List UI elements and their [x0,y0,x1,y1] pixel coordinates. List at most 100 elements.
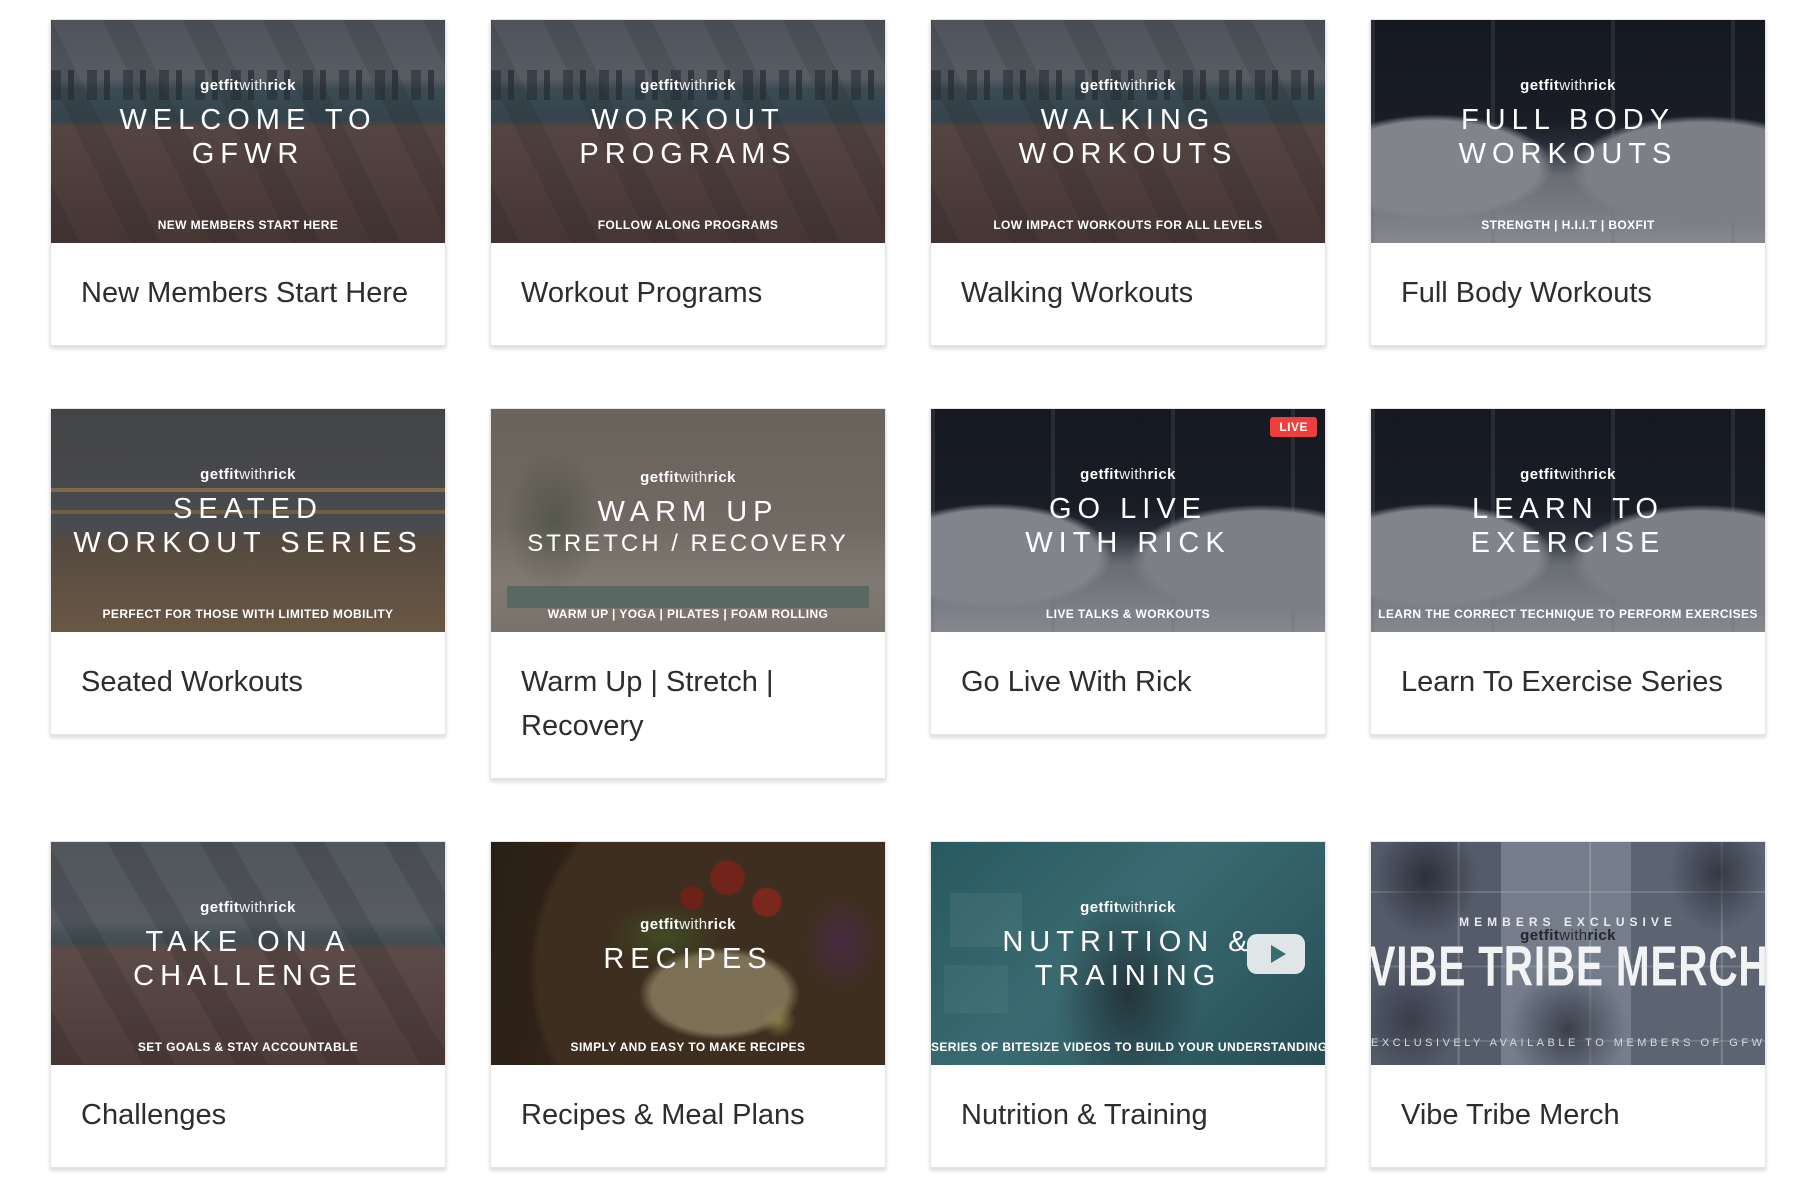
thumbnail-title: VIBE TRIBE MERCH [1371,936,1765,999]
brand-logo: getfitwithrick [200,77,296,94]
brand-logo-bold1: getfit [1520,466,1560,484]
category-thumbnail[interactable]: getfitwithrick LEARN TO EXERCISE LEARN T… [1371,409,1765,632]
card-title[interactable]: Workout Programs [491,243,885,345]
thumbnail-title: WELCOME TO GFWR [119,104,376,171]
category-thumbnail[interactable]: getfitwithrick NUTRITION & TRAINING SERI… [931,842,1325,1065]
category-card[interactable]: getfitwithrick WELCOME TO GFWR NEW MEMBE… [50,19,446,346]
brand-logo-bold1: getfit [200,466,240,484]
brand-logo-bold1: getfit [1080,466,1120,484]
brand-logo-bold2: rick [267,899,296,917]
thumbnail-text-block: getfitwithrick TAKE ON A CHALLENGE [51,899,445,993]
category-card[interactable]: getfitwithrick SEATED WORKOUT SERIES PER… [50,408,446,735]
category-card[interactable]: getfitwithrick TAKE ON A CHALLENGE SET G… [50,841,446,1168]
brand-logo-bold2: rick [1147,466,1176,484]
card-title[interactable]: Recipes & Meal Plans [491,1065,885,1167]
card-title[interactable]: Walking Workouts [931,243,1325,345]
category-card[interactable]: LIVE getfitwithrick GO LIVE WITH RICK LI… [930,408,1326,735]
brand-logo-light: with [1119,899,1148,917]
brand-logo: getfitwithrick [1080,899,1176,916]
brand-logo-bold1: getfit [1080,77,1120,95]
thumbnail-title: WALKING WORKOUTS [1019,104,1238,171]
card-title[interactable]: Full Body Workouts [1371,243,1765,345]
brand-logo-bold1: getfit [640,916,680,934]
thumbnail-title-line1: WELCOME TO [119,104,377,137]
brand-logo-bold1: getfit [640,469,680,487]
card-title[interactable]: Vibe Tribe Merch [1371,1065,1765,1167]
brand-logo: getfitwithrick [1520,466,1616,483]
brand-logo-bold2: rick [1587,77,1616,95]
thumbnail-text-block: getfitwithrick SEATED WORKOUT SERIES [51,466,445,560]
thumbnail-title: WARM UP STRETCH / RECOVERY [527,496,849,557]
category-thumbnail[interactable]: getfitwithrick WORKOUT PROGRAMS FOLLOW A… [491,20,885,243]
thumbnail-title-line2: GFWR [191,138,305,170]
card-title[interactable]: Warm Up | Stretch | Recovery [491,632,885,778]
brand-logo-bold1: getfit [200,899,240,917]
thumbnail-tagline: SET GOALS & STAY ACCOUNTABLE [137,1040,359,1054]
thumbnail-title-line1: NUTRITION & [1002,926,1254,959]
card-title[interactable]: Seated Workouts [51,632,445,734]
category-card[interactable]: getfitwithrick WALKING WORKOUTS LOW IMPA… [930,19,1326,346]
brand-logo: getfitwithrick [640,916,736,933]
thumbnail-title: TAKE ON A CHALLENGE [133,926,363,993]
thumbnail-title-line1: RECIPES [603,943,773,976]
category-thumbnail[interactable]: getfitwithrick WARM UP STRETCH / RECOVER… [491,409,885,632]
category-thumbnail[interactable]: getfitwithrick MEMBERS EXCLUSIVE VIBE TR… [1371,842,1765,1065]
brand-logo-light: with [1559,77,1588,95]
brand-logo: getfitwithrick [1520,77,1616,94]
thumbnail-tagline: PERFECT FOR THOSE WITH LIMITED MOBILITY [102,607,394,621]
thumbnail-text-block: getfitwithrick WELCOME TO GFWR [51,77,445,171]
thumbnail-text-block: getfitwithrick RECIPES [491,916,885,977]
thumbnail-title-line2: STRETCH / RECOVERY [527,529,849,557]
thumbnail-title-line2: WORKOUT SERIES [73,527,423,559]
live-badge: LIVE [1270,417,1317,437]
brand-logo-light: with [679,469,708,487]
card-title[interactable]: Go Live With Rick [931,632,1325,734]
category-card[interactable]: getfitwithrick WARM UP STRETCH / RECOVER… [490,408,886,779]
category-card[interactable]: getfitwithrick MEMBERS EXCLUSIVE VIBE TR… [1370,841,1766,1168]
brand-logo-light: with [679,77,708,95]
thumbnail-title-line1: TAKE ON A [145,926,351,959]
category-thumbnail[interactable]: getfitwithrick RECIPES SIMPLY AND EASY T… [491,842,885,1065]
category-card[interactable]: getfitwithrick WORKOUT PROGRAMS FOLLOW A… [490,19,886,346]
thumbnail-tagline: FOLLOW ALONG PROGRAMS [597,218,779,232]
thumbnail-text-block: getfitwithrick MEMBERS EXCLUSIVE VIBE TR… [1371,915,1765,999]
thumbnail-tagline: SIMPLY AND EASY TO MAKE RECIPES [570,1040,806,1054]
thumbnail-tagline: LIVE TALKS & WORKOUTS [1045,607,1211,621]
brand-logo-bold2: rick [267,466,296,484]
brand-logo-bold2: rick [1147,77,1176,95]
category-thumbnail[interactable]: getfitwithrick WALKING WORKOUTS LOW IMPA… [931,20,1325,243]
card-title[interactable]: Learn To Exercise Series [1371,632,1765,734]
category-card[interactable]: getfitwithrick FULL BODY WORKOUTS STRENG… [1370,19,1766,346]
brand-logo: getfitwithrick [200,899,296,916]
category-card[interactable]: getfitwithrick RECIPES SIMPLY AND EASY T… [490,841,886,1168]
brand-logo-light: with [679,916,708,934]
brand-logo: getfitwithrick [1080,77,1176,94]
thumbnail-title-line1: SEATED [173,493,323,526]
thumbnail-title-line2: WORKOUTS [1018,138,1238,170]
thumbnail-text-block: getfitwithrick WORKOUT PROGRAMS [491,77,885,171]
category-card[interactable]: getfitwithrick LEARN TO EXERCISE LEARN T… [1370,408,1766,735]
thumbnail-title: FULL BODY WORKOUTS [1459,104,1678,171]
card-title[interactable]: New Members Start Here [51,243,445,345]
card-title[interactable]: Challenges [51,1065,445,1167]
brand-logo-bold1: getfit [200,77,240,95]
thumbnail-title-line1: VIBE TRIBE MERCH [1371,936,1765,999]
category-thumbnail[interactable]: getfitwithrick TAKE ON A CHALLENGE SET G… [51,842,445,1065]
category-thumbnail[interactable]: getfitwithrick FULL BODY WORKOUTS STRENG… [1371,20,1765,243]
thumbnail-title-line2: CHALLENGE [133,960,363,992]
thumbnail-title: WORKOUT PROGRAMS [579,104,796,171]
card-title[interactable]: Nutrition & Training [931,1065,1325,1167]
thumbnail-title-line1: FULL BODY [1460,104,1676,137]
category-thumbnail[interactable]: getfitwithrick WELCOME TO GFWR NEW MEMBE… [51,20,445,243]
brand-logo-light: with [239,899,268,917]
thumbnail-title-line2: EXERCISE [1470,527,1666,559]
thumbnail-tagline: LEARN THE CORRECT TECHNIQUE TO PERFORM E… [1378,607,1758,621]
category-thumbnail[interactable]: LIVE getfitwithrick GO LIVE WITH RICK LI… [931,409,1325,632]
category-grid: getfitwithrick WELCOME TO GFWR NEW MEMBE… [0,0,1816,1168]
brand-logo-light: with [1559,466,1588,484]
brand-logo: getfitwithrick [640,77,736,94]
brand-logo-bold2: rick [1587,466,1616,484]
category-thumbnail[interactable]: getfitwithrick SEATED WORKOUT SERIES PER… [51,409,445,632]
thumbnail-title-line2: WORKOUTS [1458,138,1678,170]
category-card[interactable]: getfitwithrick NUTRITION & TRAINING SERI… [930,841,1326,1168]
